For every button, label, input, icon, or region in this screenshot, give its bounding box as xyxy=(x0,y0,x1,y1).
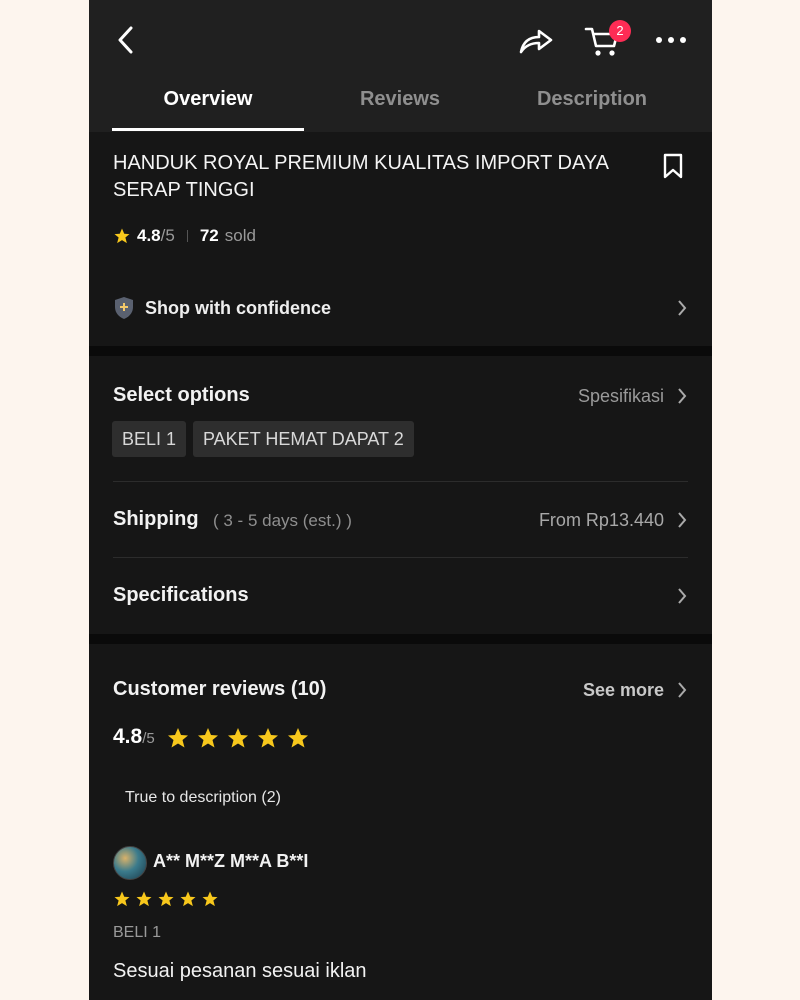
bookmark-icon[interactable] xyxy=(661,152,685,180)
review-filter-chip[interactable]: True to description (2) xyxy=(113,780,293,816)
reviewer-name: A** M**Z M**A B**I xyxy=(153,851,309,871)
star-icon xyxy=(228,728,248,748)
shipping-title[interactable]: Shipping xyxy=(113,508,199,531)
share-icon[interactable] xyxy=(517,22,555,58)
star-icon xyxy=(180,891,196,907)
product-page: 2 Overview Reviews Description HANDUK RO… xyxy=(89,0,712,1000)
sold-label: sold xyxy=(224,226,256,245)
cart-badge: 2 xyxy=(609,20,631,42)
chevron-right-icon xyxy=(678,682,687,698)
section-divider xyxy=(89,634,712,644)
option-chip-paket-hemat[interactable]: PAKET HEMAT DAPAT 2 xyxy=(193,421,414,457)
chevron-right-icon xyxy=(678,388,687,404)
product-title: HANDUK ROYAL PREMIUM KUALITAS IMPORT DAY… xyxy=(113,152,608,201)
shipping-estimate: ( 3 - 5 days (est.) ) xyxy=(213,511,352,530)
spesifikasi-link[interactable]: Spesifikasi xyxy=(578,386,664,407)
see-more-link[interactable]: See more xyxy=(583,680,664,701)
star-icon xyxy=(114,891,130,907)
section-divider xyxy=(89,346,712,356)
product-rating-denominator: /5 xyxy=(160,226,175,245)
cart-button[interactable]: 2 xyxy=(583,20,631,60)
star-icon xyxy=(258,728,278,748)
active-tab-indicator xyxy=(112,128,304,131)
row-divider xyxy=(113,481,688,482)
reviews-star-rating xyxy=(166,726,316,750)
specifications-title[interactable]: Specifications xyxy=(113,584,249,607)
row-divider xyxy=(113,557,688,558)
reviews-score-value: 4.8 xyxy=(113,725,143,748)
customer-reviews-title: Customer reviews (10) xyxy=(113,678,327,700)
review-text: Sesuai pesanan sesuai iklan xyxy=(113,960,367,982)
reviews-score: 4.8/5 xyxy=(113,725,155,749)
option-chip-beli-1[interactable]: BELI 1 xyxy=(112,421,187,457)
rating-row: 4.8 /5 72 sold xyxy=(113,224,256,248)
select-options-title: Select options xyxy=(113,384,250,406)
chevron-right-icon xyxy=(678,300,687,316)
tab-description[interactable]: Description xyxy=(496,88,688,111)
star-icon xyxy=(136,891,152,907)
star-icon xyxy=(114,228,130,244)
product-rating: 4.8 xyxy=(137,226,161,245)
confidence-label: Shop with confidence xyxy=(145,297,332,318)
divider xyxy=(186,230,188,242)
star-icon xyxy=(198,728,218,748)
chevron-right-icon xyxy=(678,512,687,528)
star-icon xyxy=(288,728,308,748)
sold-count: 72 xyxy=(199,226,219,245)
star-icon xyxy=(168,728,188,748)
shipping-price[interactable]: From Rp13.440 xyxy=(539,510,664,531)
tab-overview[interactable]: Overview xyxy=(112,88,304,111)
star-icon xyxy=(158,891,174,907)
review-variant: BELI 1 xyxy=(113,924,162,941)
back-icon[interactable] xyxy=(111,22,141,58)
chevron-right-icon xyxy=(678,588,687,604)
more-options-icon[interactable] xyxy=(651,24,691,56)
tab-reviews[interactable]: Reviews xyxy=(304,88,496,111)
shop-with-confidence[interactable]: Shop with confidence xyxy=(113,292,688,324)
shield-icon xyxy=(115,297,133,319)
reviews-score-denominator: /5 xyxy=(142,730,155,747)
star-icon xyxy=(202,891,218,907)
review-star-rating xyxy=(113,890,223,908)
avatar xyxy=(113,846,147,880)
